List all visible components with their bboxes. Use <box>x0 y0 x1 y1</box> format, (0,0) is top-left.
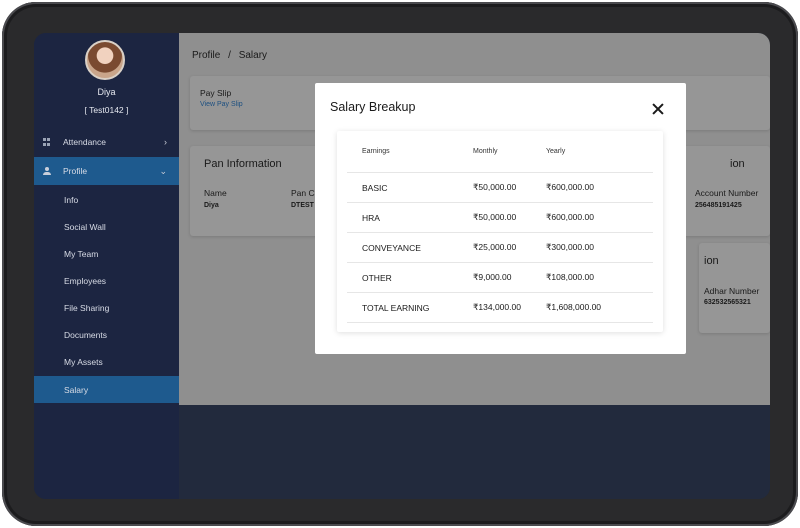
sidebar-item-label: Profile <box>63 166 88 176</box>
adhar-info-card: ion Adhar Number 632532565321 <box>699 243 770 333</box>
chevron-right-icon: › <box>164 137 167 147</box>
sidebar-subitem-my-assets[interactable]: My Assets <box>34 348 179 375</box>
pan-name-label: Name <box>204 188 227 198</box>
table-row: BASIC ₹50,000.00 ₹600,000.00 <box>347 173 653 203</box>
table-row: OTHER ₹9,000.00 ₹108,000.00 <box>347 263 653 293</box>
sidebar-subitem-info[interactable]: Info <box>34 186 179 213</box>
monthly-cell: ₹50,000.00 <box>473 182 517 192</box>
column-header-monthly: Monthly <box>473 148 498 155</box>
breadcrumb-parent[interactable]: Profile <box>192 50 220 61</box>
sidebar-subitem-documents[interactable]: Documents <box>34 321 179 348</box>
yearly-cell: ₹1,608,000.00 <box>546 302 602 312</box>
earning-cell: HRA <box>362 212 380 223</box>
user-id: [ Test0142 ] <box>84 105 129 115</box>
yearly-cell: ₹600,000.00 <box>546 212 594 222</box>
salary-breakup-modal: Salary Breakup Earnings Monthly Yearly B… <box>315 83 686 354</box>
sidebar-subitem-salary[interactable]: Salary <box>34 376 179 403</box>
modal-title: Salary Breakup <box>330 100 416 114</box>
earning-cell: BASIC <box>362 182 388 193</box>
sidebar-item-profile[interactable]: Profile ⌄ <box>34 157 179 185</box>
table-header-row: Earnings Monthly Yearly <box>347 131 653 173</box>
close-icon[interactable] <box>651 103 665 117</box>
page-footer-area <box>179 405 770 499</box>
column-header-earnings: Earnings <box>362 148 390 155</box>
sidebar-subitem-my-team[interactable]: My Team <box>34 240 179 267</box>
view-payslip-link[interactable]: View Pay Slip <box>200 101 243 108</box>
sidebar: Diya [ Test0142 ] Attendance › Profile ⌄… <box>34 33 179 499</box>
monthly-cell: ₹9,000.00 <box>473 272 512 282</box>
monthly-cell: ₹50,000.00 <box>473 212 517 222</box>
earning-cell: OTHER <box>362 272 392 283</box>
salary-table: Earnings Monthly Yearly BASIC ₹50,000.00… <box>337 131 663 332</box>
adhar-number-label: Adhar Number <box>704 286 760 296</box>
yearly-cell: ₹600,000.00 <box>546 182 594 192</box>
breadcrumb-separator: / <box>228 50 231 61</box>
table-row: HRA ₹50,000.00 ₹600,000.00 <box>347 203 653 233</box>
sidebar-subitem-file-sharing[interactable]: File Sharing <box>34 294 179 321</box>
account-number-label: Account Number <box>695 188 759 198</box>
pan-info-title: Pan Information <box>204 158 282 170</box>
breadcrumb-current: Salary <box>238 50 268 61</box>
adhar-number-value: 632532565321 <box>704 299 751 306</box>
pan-card-label: Pan C <box>291 188 315 198</box>
adhar-info-title: ion <box>704 255 719 267</box>
screen: Diya [ Test0142 ] Attendance › Profile ⌄… <box>34 33 770 499</box>
chevron-down-icon: ⌄ <box>159 165 167 176</box>
breadcrumb: Profile / Salary <box>192 50 267 61</box>
earning-cell: CONVEYANCE <box>362 242 421 253</box>
monthly-cell: ₹134,000.00 <box>473 302 521 312</box>
user-name: Diya <box>97 87 116 97</box>
account-number-value: 256485191425 <box>695 202 742 209</box>
yearly-cell: ₹108,000.00 <box>546 272 594 282</box>
avatar[interactable] <box>85 40 125 80</box>
monthly-cell: ₹25,000.00 <box>473 242 517 252</box>
user-icon <box>43 167 51 175</box>
table-row-total: TOTAL EARNING ₹134,000.00 ₹1,608,000.00 <box>347 293 653 323</box>
bank-info-title: ion <box>730 158 745 170</box>
sidebar-item-attendance[interactable]: Attendance › <box>34 128 179 156</box>
sidebar-item-label: Attendance <box>63 137 107 147</box>
table-row: CONVEYANCE ₹25,000.00 ₹300,000.00 <box>347 233 653 263</box>
yearly-cell: ₹300,000.00 <box>546 242 594 252</box>
tablet-frame: Diya [ Test0142 ] Attendance › Profile ⌄… <box>2 2 798 526</box>
sidebar-subitem-employees[interactable]: Employees <box>34 267 179 294</box>
pan-name-value: Diya <box>204 202 219 209</box>
payslip-title: Pay Slip <box>200 88 232 98</box>
grid-icon <box>43 138 51 146</box>
sidebar-subitem-social-wall[interactable]: Social Wall <box>34 213 179 240</box>
earning-cell: TOTAL EARNING <box>362 302 430 313</box>
pan-card-value: DTEST <box>291 202 314 209</box>
column-header-yearly: Yearly <box>546 148 566 155</box>
